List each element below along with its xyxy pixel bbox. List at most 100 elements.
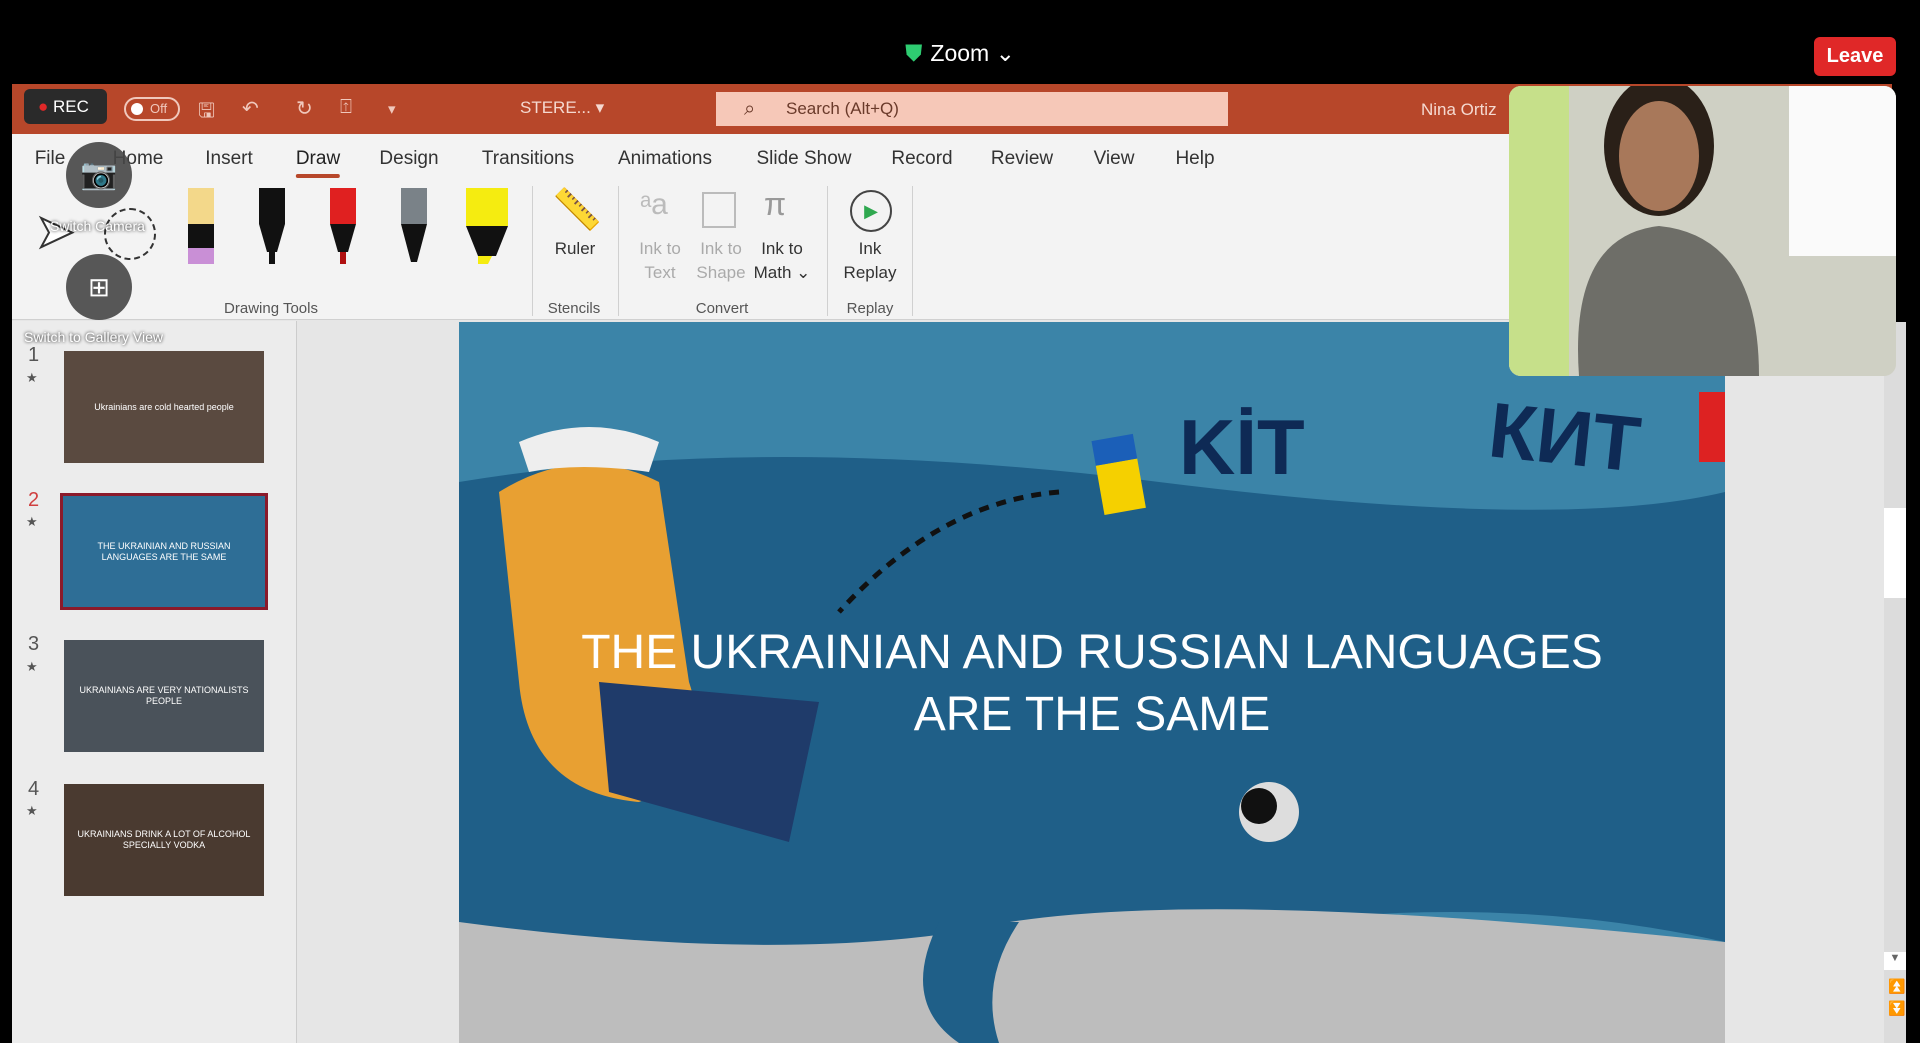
animation-star-icon: ★ <box>26 659 38 674</box>
next-slide-icon[interactable]: ⏬ <box>1888 1000 1905 1017</box>
pen-body <box>188 188 214 224</box>
switch-camera-label: Switch Camera <box>50 218 145 234</box>
label-line: Ink to <box>639 239 681 258</box>
tab-draw[interactable]: Draw <box>295 148 341 178</box>
tab-file[interactable]: File <box>35 148 66 170</box>
recording-indicator[interactable]: ● REC <box>24 89 107 124</box>
word-russian: КИТ <box>1484 385 1645 489</box>
pen-black[interactable] <box>257 188 287 266</box>
vertical-scrollbar[interactable] <box>1884 322 1906 1043</box>
divider <box>532 186 533 316</box>
user-name[interactable]: Nina Ortiz <box>1421 100 1497 120</box>
slide-number: 2 <box>28 489 40 511</box>
label-line: Ink <box>858 239 882 258</box>
label-line: Math ⌄ <box>753 263 811 282</box>
tab-design[interactable]: Design <box>379 148 438 170</box>
label-line: Replay <box>843 263 897 282</box>
record-dot-icon: ● <box>38 97 49 116</box>
slide-number: 1 <box>28 344 40 366</box>
tab-slide-show[interactable]: Slide Show <box>756 148 851 170</box>
pen-pencil-tan[interactable] <box>186 188 216 266</box>
autosave-toggle[interactable]: Off <box>124 97 180 121</box>
highlighter-yellow[interactable] <box>466 188 508 266</box>
title-line: ARE THE SAME <box>913 688 1271 741</box>
title-line: THE UKRAINIAN AND RUSSIAN LANGUAGES <box>581 626 1603 679</box>
ink-to-math-button[interactable]: Ink to Math ⌄ <box>754 237 811 285</box>
slide-canvas[interactable]: KİT КИТ THE UKRAINIAN AND RUSSIAN LANGUA… <box>459 322 1725 1043</box>
label-line: Ink to <box>761 239 803 258</box>
pen-red[interactable] <box>328 188 358 266</box>
whale-pupil <box>1241 788 1277 824</box>
ink-to-text-button[interactable]: Ink to Text <box>639 237 681 285</box>
tab-help[interactable]: Help <box>1175 148 1214 170</box>
search-icon: ⌕ <box>744 98 756 120</box>
ruler-icon: 📏 <box>552 188 602 232</box>
customize-toolbar-icon[interactable]: ▾ <box>388 100 396 118</box>
slide-number: 4 <box>28 778 40 800</box>
russia-flag <box>1699 392 1725 462</box>
slide-thumbnail-4[interactable]: UKRAINIANS DRINK A LOT OF ALCOHOL SPECIA… <box>64 784 264 896</box>
save-icon[interactable]: 🖫 <box>198 96 215 130</box>
camera-rotate-icon: 📷 <box>80 158 118 191</box>
tab-transitions[interactable]: Transitions <box>482 148 574 170</box>
chevron-down-icon: ⌄ <box>995 40 1015 66</box>
tab-record[interactable]: Record <box>891 148 952 170</box>
group-drawing-tools: Drawing Tools <box>224 300 318 317</box>
lasso-select-icon[interactable] <box>104 208 156 260</box>
person-face <box>1619 101 1699 211</box>
animation-star-icon: ★ <box>26 514 38 529</box>
group-stencils: Stencils <box>547 300 601 317</box>
slide-title[interactable]: THE UKRAINIAN AND RUSSIAN LANGUAGES ARE T… <box>459 622 1725 746</box>
slide-thumbnail-1[interactable]: Ukrainians are cold hearted people <box>64 351 264 463</box>
tab-insert[interactable]: Insert <box>205 148 253 170</box>
rec-label: REC <box>53 97 89 116</box>
ink-to-text-icon: ᵃa <box>640 188 668 221</box>
animation-star-icon: ★ <box>26 803 38 818</box>
divider <box>618 186 619 316</box>
tab-animations[interactable]: Animations <box>618 148 712 170</box>
security-shield-icon: ⛊ <box>905 40 923 66</box>
pencil-gray[interactable] <box>399 188 429 266</box>
ink-to-shape-button[interactable]: Ink to Shape <box>696 237 745 285</box>
ink-to-shape-icon <box>702 192 736 228</box>
group-convert: Convert <box>695 300 749 317</box>
zoom-meeting-title[interactable]: ⛊ Zoom ⌄ <box>0 40 1920 67</box>
slide-number: 3 <box>28 633 40 655</box>
ukraine-flag <box>1095 458 1146 516</box>
group-replay: Replay <box>846 300 894 317</box>
slide-thumbnail-3[interactable]: UKRAINIANS ARE VERY NATIONALISTS PEOPLE <box>64 640 264 752</box>
word-ukrainian: KİT <box>1179 403 1305 491</box>
divider <box>912 186 913 316</box>
undo-icon[interactable]: ↶ <box>242 96 259 121</box>
ink-replay-button[interactable]: Ink Replay <box>844 237 897 285</box>
label-line: Ink to <box>700 239 742 258</box>
label-line: Text <box>644 263 676 282</box>
scrollbar-thumb[interactable] <box>1884 508 1906 598</box>
wall <box>1509 86 1569 376</box>
leave-button[interactable]: Leave <box>1814 37 1896 76</box>
ink-replay-icon: ▶ <box>850 190 892 232</box>
ink-to-math-icon: π <box>764 186 787 222</box>
divider <box>827 186 828 316</box>
redo-icon[interactable]: ↻ <box>296 96 313 121</box>
present-icon[interactable]: ⍐ <box>340 96 352 119</box>
ruler-button[interactable]: Ruler <box>555 237 596 261</box>
search-box[interactable]: ⌕ Search (Alt+Q) <box>716 92 1228 126</box>
grid-icon: ⊞ <box>88 272 110 302</box>
file-name-dropdown[interactable]: STERE... ▾ <box>520 98 604 118</box>
gallery-view-button[interactable]: ⊞ <box>66 254 132 320</box>
previous-slide-icon[interactable]: ⏫ <box>1888 978 1905 995</box>
animation-star-icon: ★ <box>26 370 38 385</box>
participant-video-feed <box>1509 86 1896 376</box>
scroll-down-arrow-icon[interactable]: ▼ <box>1884 952 1906 970</box>
participant-video[interactable] <box>1509 86 1896 376</box>
label-line: Shape <box>696 263 746 282</box>
switch-camera-button[interactable]: 📷 <box>66 142 132 208</box>
tab-review[interactable]: Review <box>991 148 1053 170</box>
gallery-view-label: Switch to Gallery View <box>24 329 164 345</box>
tab-view[interactable]: View <box>1094 148 1135 170</box>
search-placeholder: Search (Alt+Q) <box>786 99 899 118</box>
file-name: STERE... <box>520 98 591 117</box>
meeting-name: Zoom <box>930 40 990 66</box>
slide-thumbnail-2[interactable]: THE UKRAINIAN AND RUSSIAN LANGUAGES ARE … <box>60 493 268 610</box>
